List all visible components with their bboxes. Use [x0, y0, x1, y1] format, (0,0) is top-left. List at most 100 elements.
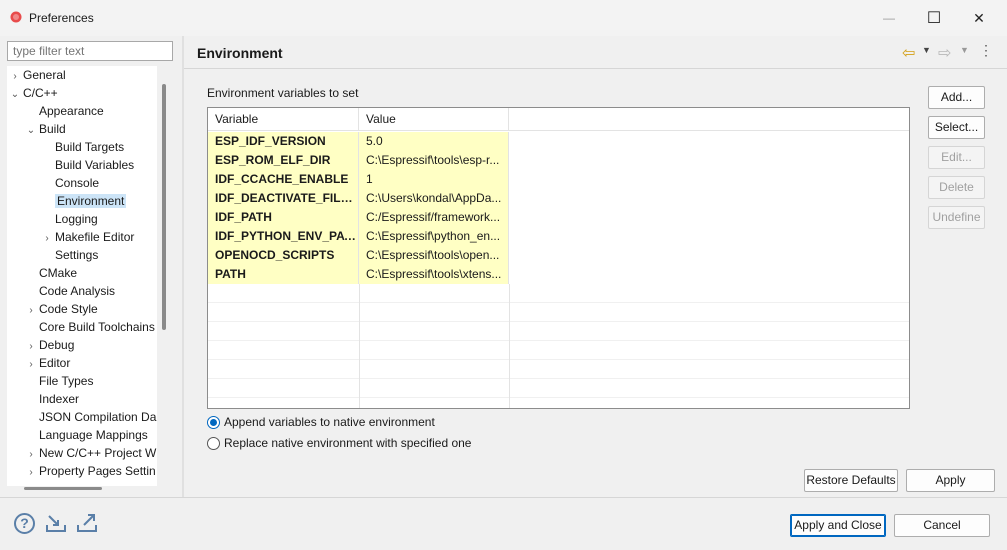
apply-and-close-button[interactable]: Apply and Close [790, 514, 886, 537]
tree-item[interactable]: Code Analysis [23, 282, 115, 300]
forward-arrow-icon[interactable]: ⇨ [938, 43, 951, 63]
replace-radio[interactable] [207, 436, 220, 450]
replace-radio-option[interactable]: Replace native environment with specifie… [207, 434, 471, 452]
variable-cell: OPENOCD_SCRIPTS [208, 246, 359, 265]
tree-item[interactable]: Language Mappings [23, 426, 148, 444]
table-row[interactable]: IDF_PATH C:/Espressif/framework... [208, 208, 909, 227]
tree-horizontal-scrollbar[interactable] [24, 487, 102, 490]
column-divider [509, 379, 510, 398]
chevron-right-icon[interactable]: › [23, 464, 39, 482]
tree-item[interactable]: Build Targets [39, 138, 124, 156]
edit-button[interactable]: Edit... [928, 146, 985, 169]
table-row[interactable]: IDF_PYTHON_ENV_PATH C:\Espressif\python_e… [208, 227, 909, 246]
filter-input[interactable] [7, 41, 173, 61]
tree-item[interactable]: CMake [23, 264, 77, 282]
tree-item[interactable]: › Property Pages Settin [23, 462, 156, 482]
select-button[interactable]: Select... [928, 116, 985, 139]
tree-item[interactable]: › Debug [23, 336, 74, 354]
tree-item[interactable]: › Editor [23, 354, 70, 372]
empty-table-row [208, 341, 909, 360]
environment-variables-table[interactable]: Variable Value ESP_IDF_VERSION 5.0 ESP_ROM… [207, 107, 910, 409]
variable-cell: IDF_DEACTIVATE_FILE_P... [208, 189, 359, 208]
tree-item[interactable]: Indexer [23, 390, 79, 408]
tree-item[interactable]: Appearance [23, 102, 104, 120]
table-row[interactable]: OPENOCD_SCRIPTS C:\Espressif\tools\open..… [208, 246, 909, 265]
column-divider [509, 284, 510, 303]
tree-item-label: Debug [39, 338, 75, 352]
tree-item[interactable]: ⌄ Build [23, 120, 66, 138]
tree-item-label: Core Build Toolchains [39, 320, 155, 334]
chevron-down-icon[interactable]: ⌄ [7, 86, 23, 104]
table-row[interactable]: PATH C:\Espressif\tools\xtens... [208, 265, 909, 284]
tree-item[interactable]: File Types [23, 372, 93, 390]
tree-item[interactable]: Console [39, 174, 99, 192]
help-icon[interactable]: ? [14, 513, 35, 534]
section-label: Environment variables to set [207, 86, 359, 100]
tree-item[interactable]: › Makefile Editor [39, 228, 134, 246]
page-header: Environment ⇦ ▼ ⇨ ▼ ⋮ [184, 36, 1007, 69]
tree-item-label: Property Pages Settin [39, 464, 156, 478]
column-header-variable[interactable]: Variable [208, 108, 359, 131]
append-radio[interactable] [207, 415, 220, 429]
tree-item-label: CMake [39, 266, 78, 280]
tree-item-label: Settings [55, 248, 99, 262]
append-radio-label: Append variables to native environment [224, 415, 435, 429]
forward-dropdown-icon[interactable]: ▼ [960, 45, 969, 55]
preferences-tree: › General ⌄ C/C++ Appearance ⌄ Build Build Targ… [7, 66, 157, 486]
append-radio-option[interactable]: Append variables to native environment [207, 413, 435, 431]
tree-item-label: Makefile Editor [55, 230, 135, 244]
tree-item[interactable]: Build Variables [39, 156, 134, 174]
chevron-down-icon[interactable]: ⌄ [23, 122, 39, 140]
table-header: Variable Value [208, 108, 909, 131]
page-title: Environment [197, 45, 283, 61]
tree-item[interactable]: Core Build Toolchains [23, 318, 155, 336]
undefine-button[interactable]: Undefine [928, 206, 985, 229]
add-button[interactable]: Add... [928, 86, 985, 109]
tree-item[interactable]: Settings [39, 246, 98, 264]
export-icon[interactable] [76, 513, 98, 533]
tree-item[interactable]: › Code Style [23, 300, 97, 318]
value-cell: C:\Users\kondal\AppDa... [359, 189, 509, 208]
minimize-button[interactable]: — [866, 0, 912, 36]
empty-table-row [208, 303, 909, 322]
import-icon[interactable] [45, 513, 67, 533]
tree-item[interactable]: ⌄ C/C++ [7, 84, 58, 102]
tree-item-label: Build Variables [55, 158, 135, 172]
back-arrow-icon[interactable]: ⇦ [902, 43, 915, 63]
apply-button[interactable]: Apply [906, 469, 995, 492]
column-divider [359, 398, 360, 408]
value-cell: C:\Espressif\tools\esp-r... [359, 151, 509, 170]
tree-item[interactable]: Logging [39, 210, 98, 228]
column-divider [509, 398, 510, 408]
maximize-button[interactable]: ☐ [911, 0, 957, 36]
value-cell: C:\Espressif\python_en... [359, 227, 509, 246]
view-menu-icon[interactable]: ⋮ [979, 42, 993, 59]
column-divider [359, 341, 360, 360]
back-dropdown-icon[interactable]: ▼ [922, 45, 931, 55]
table-row[interactable]: IDF_CCACHE_ENABLE 1 [208, 170, 909, 189]
column-divider [509, 360, 510, 379]
tree-item[interactable]: Environment [39, 192, 127, 210]
cancel-button[interactable]: Cancel [894, 514, 990, 537]
delete-button[interactable]: Delete [928, 176, 985, 199]
close-button[interactable]: ✕ [956, 0, 1002, 36]
value-cell: C:\Espressif\tools\xtens... [359, 265, 509, 284]
tree-item-label: Build Targets [55, 140, 125, 154]
table-row[interactable]: ESP_IDF_VERSION 5.0 [208, 132, 909, 151]
tree-vertical-scrollbar[interactable] [162, 84, 166, 330]
eclipse-app-icon [10, 11, 22, 23]
table-row[interactable]: IDF_DEACTIVATE_FILE_P... C:\Users\kondal\… [208, 189, 909, 208]
tree-item[interactable]: › New C/C++ Project W [23, 444, 156, 462]
tree-item[interactable]: JSON Compilation Da [23, 408, 156, 426]
tree-item-label: Environment [55, 194, 127, 208]
tree-item-label: General [23, 68, 66, 82]
table-row[interactable]: ESP_ROM_ELF_DIR C:\Espressif\tools\esp-r.… [208, 151, 909, 170]
tree-item[interactable]: › General [7, 66, 66, 84]
empty-table-row [208, 360, 909, 379]
column-header-value[interactable]: Value [359, 108, 509, 131]
column-divider [359, 379, 360, 398]
replace-radio-label: Replace native environment with specifie… [224, 436, 472, 450]
column-divider [359, 303, 360, 322]
value-cell: C:\Espressif\tools\open... [359, 246, 509, 265]
restore-defaults-button[interactable]: Restore Defaults [804, 469, 898, 492]
